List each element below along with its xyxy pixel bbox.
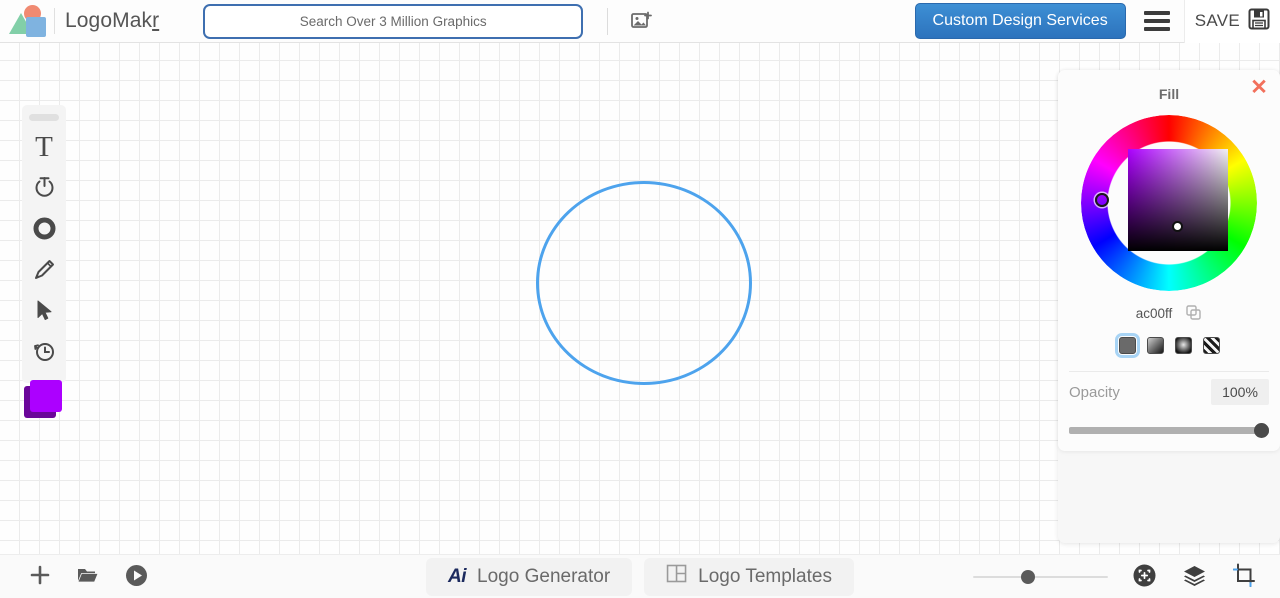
tab-logo-generator[interactable]: Ai Logo Generator	[426, 557, 633, 596]
brand[interactable]: LogoMakr	[0, 5, 159, 37]
play-button[interactable]	[122, 563, 150, 591]
brand-divider	[54, 8, 55, 34]
fill-type-row	[1058, 333, 1280, 358]
saturation-value-square[interactable]	[1128, 149, 1228, 251]
clock-history-icon	[32, 339, 57, 367]
opacity-value-field[interactable]: 100%	[1211, 379, 1269, 405]
bottom-bar: Ai Logo Generator Logo Templates	[0, 554, 1280, 598]
open-file-button[interactable]	[74, 563, 102, 591]
logomakr-app: LogoMakr Custom Design Services SAVE	[0, 0, 1280, 598]
fill-type-linear-gradient[interactable]	[1146, 337, 1164, 354]
custom-design-services-button[interactable]: Custom Design Services	[914, 3, 1126, 39]
hue-handle[interactable]	[1095, 193, 1109, 207]
close-x-icon[interactable]: ✕	[1248, 76, 1270, 98]
app-header: LogoMakr Custom Design Services SAVE	[0, 0, 1280, 43]
copy-icon[interactable]	[1186, 305, 1202, 321]
fill-type-solid[interactable]	[1114, 333, 1140, 358]
layers-button[interactable]	[1180, 563, 1208, 591]
floppy-disk-save-icon	[1248, 8, 1270, 35]
zoom-slider[interactable]	[973, 569, 1108, 584]
fit-screen-crosshair-icon	[1132, 563, 1157, 591]
bottom-left-group	[0, 563, 150, 591]
add-image-icon[interactable]	[626, 6, 656, 36]
save-button[interactable]: SAVE	[1183, 0, 1280, 43]
fill-color-swatch[interactable]	[30, 380, 62, 412]
page-title: LogoMakr	[65, 9, 159, 33]
zoom-slider-knob[interactable]	[1021, 569, 1035, 584]
curved-text-tool[interactable]	[22, 168, 66, 209]
left-toolbar: T	[22, 105, 66, 383]
tab-logo-templates[interactable]: Logo Templates	[644, 557, 854, 596]
search-input[interactable]	[203, 3, 584, 39]
opacity-slider[interactable]	[1069, 423, 1269, 438]
color-swatch-icon[interactable]	[24, 380, 68, 424]
select-tool[interactable]	[22, 291, 66, 332]
save-button-label: SAVE	[1194, 11, 1240, 30]
play-circle-icon	[125, 564, 148, 590]
text-tool[interactable]: T	[22, 127, 66, 168]
grid-layout-icon	[666, 563, 687, 590]
zoom-slider-track[interactable]	[973, 575, 1108, 578]
text-T-icon: T	[35, 131, 53, 163]
opacity-divider	[1069, 371, 1269, 372]
header-right-group: Custom Design Services SAVE	[914, 0, 1280, 43]
logo-square-icon	[26, 17, 46, 37]
ai-icon: Ai	[448, 565, 467, 587]
toolbar-drag-handle[interactable]	[29, 114, 59, 121]
fill-type-radial-gradient[interactable]	[1174, 337, 1192, 354]
fill-panel-title: Fill	[1158, 86, 1180, 102]
brand-name-accent: r	[152, 9, 160, 32]
opacity-slider-knob[interactable]	[1254, 423, 1269, 438]
brand-name-main: LogoMak	[65, 9, 153, 32]
hex-row: ac00ff	[1058, 305, 1280, 321]
plus-icon	[28, 563, 52, 590]
bottom-tabs: Ai Logo Generator Logo Templates	[426, 557, 854, 596]
fit-to-screen-button[interactable]	[1130, 563, 1158, 591]
opacity-slider-track[interactable]	[1069, 427, 1269, 434]
hamburger-menu-icon[interactable]	[1143, 11, 1170, 31]
color-wheel[interactable]	[1081, 115, 1257, 291]
tab-logo-templates-label: Logo Templates	[698, 565, 832, 587]
shapes-tool[interactable]	[22, 209, 66, 250]
search-wrap	[203, 3, 584, 39]
logomakr-shapes-icon	[8, 5, 50, 37]
tab-logo-generator-label: Logo Generator	[477, 565, 611, 587]
history-tool[interactable]	[22, 332, 66, 373]
pencil-icon	[32, 257, 57, 285]
opacity-row: Opacity 100%	[1069, 379, 1269, 405]
fill-panel: ✕ Fill ac00ff Opacity 100%	[1058, 70, 1280, 543]
draw-tool[interactable]	[22, 250, 66, 291]
circle-donut-icon	[32, 216, 57, 244]
canvas-shape-circle[interactable]	[536, 181, 752, 385]
opacity-label: Opacity	[1069, 383, 1120, 401]
crop-icon	[1232, 563, 1257, 591]
crop-button[interactable]	[1230, 563, 1258, 591]
fill-panel-card: ✕ Fill ac00ff Opacity 100%	[1058, 70, 1280, 451]
fill-type-none[interactable]	[1202, 337, 1220, 354]
hex-value[interactable]: ac00ff	[1136, 306, 1173, 321]
folder-open-icon	[76, 564, 100, 589]
saturation-value-handle[interactable]	[1172, 221, 1183, 232]
power-circle-icon	[32, 175, 57, 203]
cursor-arrow-icon	[32, 298, 57, 326]
bottom-right-group	[973, 563, 1280, 591]
header-divider	[607, 7, 609, 35]
layers-stack-icon	[1182, 564, 1207, 590]
add-button[interactable]	[26, 563, 54, 591]
